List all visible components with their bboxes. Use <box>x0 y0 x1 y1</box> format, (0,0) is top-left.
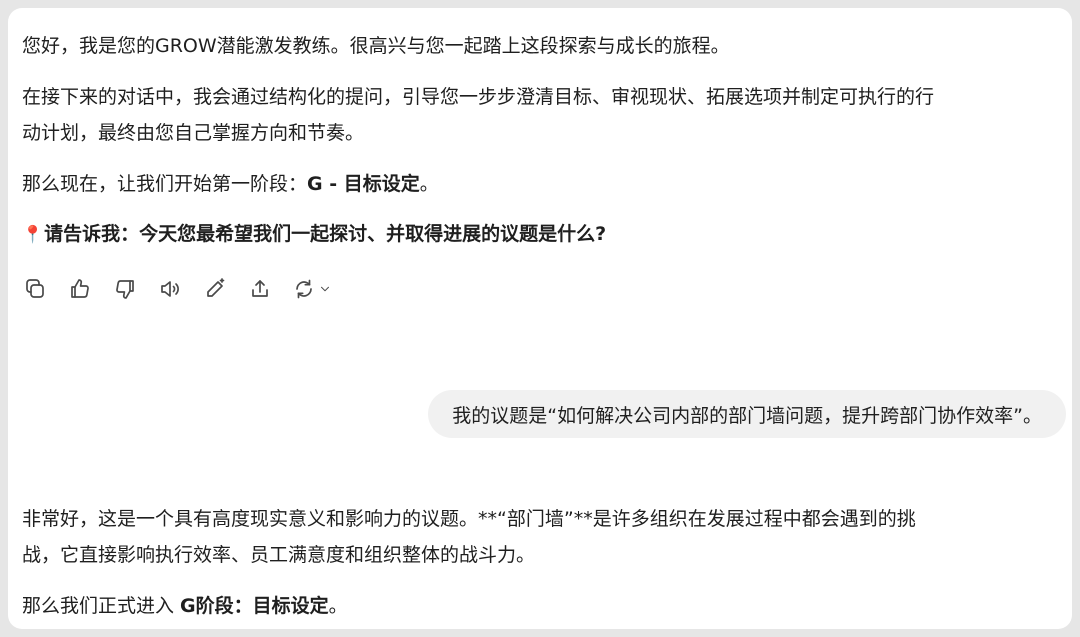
user-message-text: 我的议题是“如何解决公司内部的部门墙问题，提升跨部门协作效率”。 <box>452 404 1042 427</box>
read-aloud-button[interactable] <box>157 276 183 302</box>
copy-icon <box>26 279 44 298</box>
next-stage-prefix: 那么我们正式进入 <box>22 595 181 617</box>
copy-button[interactable] <box>22 276 48 302</box>
share-icon <box>252 280 268 297</box>
regenerate-button[interactable] <box>292 276 332 302</box>
thumbs-down-icon <box>116 280 134 299</box>
next-stage-name: G阶段：目标设定 <box>180 595 329 617</box>
chat-panel: 您好，我是您的GROW潜能激发教练。很高兴与您一起踏上这段探索与成长的旅程。 在… <box>8 8 1072 629</box>
like-button[interactable] <box>67 276 93 302</box>
response-text-line-1: 非常好，这是一个具有高度现实意义和影响力的议题。**“部门墙”**是许多组织在发… <box>22 508 916 530</box>
assistant-message-greeting: 您好，我是您的GROW潜能激发教练。很高兴与您一起踏上这段探索与成长的旅程。 <box>22 28 1060 64</box>
edit-button[interactable] <box>202 276 228 302</box>
stage-prefix: 那么现在，让我们开始第一阶段： <box>22 173 308 195</box>
regenerate-icon <box>296 279 312 299</box>
question-text: 请告诉我：今天您最希望我们一起探讨、并取得进展的议题是什么? <box>44 223 607 245</box>
share-button[interactable] <box>247 276 273 302</box>
assistant-message-stage: 那么现在，让我们开始第一阶段：G - 目标设定。 <box>22 166 1060 202</box>
stage-suffix: 。 <box>419 173 439 195</box>
chevron-down-icon <box>321 286 329 292</box>
edit-icon <box>207 278 225 297</box>
greeting-text: 您好，我是您的GROW潜能激发教练。很高兴与您一起踏上这段探索与成长的旅程。 <box>22 35 730 57</box>
assistant-message-response: 非常好，这是一个具有高度现实意义和影响力的议题。**“部门墙”**是许多组织在发… <box>22 501 1060 573</box>
assistant-question: 📍请告诉我：今天您最希望我们一起探讨、并取得进展的议题是什么? <box>22 216 1060 253</box>
dislike-button[interactable] <box>112 276 138 302</box>
response-text-line-2: 战，它直接影响执行效率、员工满意度和组织整体的战斗力。 <box>22 544 536 566</box>
intro-text-line-2: 动计划，最终由您自己掌握方向和节奏。 <box>22 122 365 144</box>
message-action-bar <box>22 276 332 302</box>
stage-name: G - 目标设定 <box>307 173 420 195</box>
assistant-message-intro: 在接下来的对话中，我会通过结构化的提问，引导您一步步澄清目标、审视现状、拓展选项… <box>22 79 1060 151</box>
user-message-bubble: 我的议题是“如何解决公司内部的部门墙问题，提升跨部门协作效率”。 <box>428 390 1066 438</box>
next-stage-suffix: 。 <box>328 595 348 617</box>
assistant-message-next-stage: 那么我们正式进入 G阶段：目标设定。 <box>22 588 1060 624</box>
pin-icon: 📍 <box>22 225 44 245</box>
read-aloud-icon <box>161 281 179 297</box>
thumbs-up-icon <box>71 279 89 298</box>
intro-text-line-1: 在接下来的对话中，我会通过结构化的提问，引导您一步步澄清目标、审视现状、拓展选项… <box>22 86 935 108</box>
